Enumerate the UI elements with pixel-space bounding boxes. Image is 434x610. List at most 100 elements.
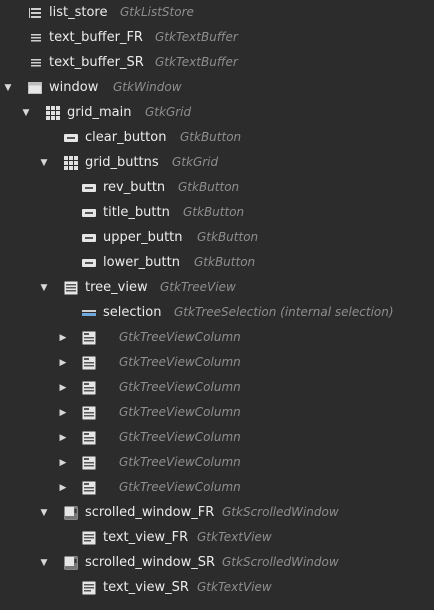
- button-icon: [81, 205, 97, 221]
- tree-row[interactable]: selection GtkTreeSelection (internal sel…: [0, 300, 434, 325]
- tree-view-icon: [63, 280, 79, 296]
- tree-row[interactable]: lower_buttn GtkButton: [0, 250, 434, 275]
- tree-selection-icon: [81, 305, 97, 321]
- tree-row[interactable]: list_store GtkListStore: [0, 0, 434, 25]
- text-buffer-icon: [28, 55, 44, 71]
- list-store-icon: [28, 5, 44, 21]
- object-name: scrolled_window_SR: [85, 555, 216, 570]
- object-name: lower_buttn: [103, 255, 180, 270]
- text-view-icon: [81, 530, 97, 546]
- object-type: GtkTreeSelection (internal selection): [174, 305, 394, 319]
- tree-view-column-icon: [81, 405, 97, 421]
- object-type: GtkButton: [178, 180, 240, 194]
- object-type: GtkScrolledWindow: [222, 505, 339, 519]
- object-name: list_store: [49, 5, 108, 20]
- object-tree[interactable]: list_store GtkListStore text_buffer_FR G…: [0, 0, 434, 610]
- object-name: scrolled_window_FR: [85, 505, 215, 520]
- object-name: title_buttn: [103, 205, 170, 220]
- tree-view-column-icon: [81, 380, 97, 396]
- tree-row[interactable]: clear_button GtkButton: [0, 125, 434, 150]
- tree-row[interactable]: text_view_FR GtkTextView: [0, 525, 434, 550]
- object-type: GtkTextBuffer: [155, 30, 238, 44]
- grid-icon: [45, 105, 61, 121]
- object-type: GtkTreeViewColumn: [119, 330, 241, 344]
- object-name: tree_view: [85, 280, 148, 295]
- tree-row[interactable]: ▶ GtkTreeViewColumn: [0, 325, 434, 350]
- object-name: clear_button: [85, 130, 167, 145]
- text-buffer-icon: [28, 30, 44, 46]
- chevron-right-icon[interactable]: ▶: [57, 450, 69, 475]
- object-name: selection: [103, 305, 162, 320]
- tree-row[interactable]: ▶ GtkTreeViewColumn: [0, 350, 434, 375]
- tree-row[interactable]: ▼ scrolled_window_FR GtkScrolledWindow: [0, 500, 434, 525]
- tree-row[interactable]: rev_buttn GtkButton: [0, 175, 434, 200]
- tree-row[interactable]: ▶ GtkTreeViewColumn: [0, 475, 434, 500]
- tree-row[interactable]: text_buffer_FR GtkTextBuffer: [0, 25, 434, 50]
- object-type: GtkTreeViewColumn: [119, 480, 241, 494]
- object-type: GtkTextBuffer: [155, 55, 238, 69]
- object-name: window: [49, 80, 99, 95]
- object-name: grid_main: [67, 105, 132, 120]
- text-view-icon: [81, 580, 97, 596]
- object-type: GtkButton: [197, 230, 259, 244]
- object-type: GtkGrid: [172, 155, 219, 169]
- tree-row[interactable]: ▶ GtkTreeViewColumn: [0, 375, 434, 400]
- object-name: upper_buttn: [103, 230, 183, 245]
- object-name: text_view_FR: [103, 530, 189, 545]
- object-type: GtkTreeViewColumn: [119, 455, 241, 469]
- chevron-right-icon[interactable]: ▶: [57, 475, 69, 500]
- object-type: GtkButton: [194, 255, 256, 269]
- chevron-down-icon[interactable]: ▼: [38, 550, 50, 575]
- chevron-down-icon[interactable]: ▼: [38, 150, 50, 175]
- tree-row[interactable]: title_buttn GtkButton: [0, 200, 434, 225]
- tree-row[interactable]: text_buffer_SR GtkTextBuffer: [0, 50, 434, 75]
- object-type: GtkTreeViewColumn: [119, 380, 241, 394]
- chevron-down-icon[interactable]: ▼: [38, 275, 50, 300]
- scrolled-window-icon: [63, 555, 79, 571]
- window-icon: [27, 80, 43, 96]
- object-type: GtkWindow: [113, 80, 182, 94]
- tree-row[interactable]: ▼ window GtkWindow: [0, 75, 434, 100]
- chevron-right-icon[interactable]: ▶: [57, 375, 69, 400]
- chevron-right-icon[interactable]: ▶: [57, 400, 69, 425]
- scrolled-window-icon: [63, 505, 79, 521]
- grid-icon: [63, 155, 79, 171]
- button-icon: [81, 230, 97, 246]
- object-type: GtkButton: [183, 205, 245, 219]
- tree-row[interactable]: ▶ GtkTreeViewColumn: [0, 450, 434, 475]
- tree-row[interactable]: text_view_SR GtkTextView: [0, 575, 434, 600]
- tree-row[interactable]: ▶ GtkTreeViewColumn: [0, 400, 434, 425]
- tree-row[interactable]: upper_buttn GtkButton: [0, 225, 434, 250]
- object-type: GtkScrolledWindow: [222, 555, 339, 569]
- tree-view-column-icon: [81, 430, 97, 446]
- object-type: GtkTreeViewColumn: [119, 355, 241, 369]
- chevron-down-icon[interactable]: ▼: [2, 75, 14, 100]
- object-type: GtkTreeViewColumn: [119, 430, 241, 444]
- tree-view-column-icon: [81, 330, 97, 346]
- object-type: GtkListStore: [120, 5, 194, 19]
- chevron-right-icon[interactable]: ▶: [57, 425, 69, 450]
- object-name: text_buffer_FR: [49, 30, 143, 45]
- tree-row[interactable]: ▼ grid_buttns GtkGrid: [0, 150, 434, 175]
- object-type: GtkButton: [180, 130, 242, 144]
- tree-row[interactable]: ▼ tree_view GtkTreeView: [0, 275, 434, 300]
- object-name: text_buffer_SR: [49, 55, 144, 70]
- button-icon: [81, 255, 97, 271]
- object-type: GtkTreeView: [160, 280, 236, 294]
- tree-view-column-icon: [81, 455, 97, 471]
- tree-row[interactable]: ▼ scrolled_window_SR GtkScrolledWindow: [0, 550, 434, 575]
- chevron-down-icon[interactable]: ▼: [20, 100, 32, 125]
- chevron-right-icon[interactable]: ▶: [57, 350, 69, 375]
- button-icon: [63, 130, 79, 146]
- object-name: rev_buttn: [103, 180, 166, 195]
- tree-row[interactable]: ▶ GtkTreeViewColumn: [0, 425, 434, 450]
- object-type: GtkTreeViewColumn: [119, 405, 241, 419]
- object-type: GtkTextView: [197, 530, 272, 544]
- chevron-right-icon[interactable]: ▶: [57, 325, 69, 350]
- chevron-down-icon[interactable]: ▼: [38, 500, 50, 525]
- object-type: GtkTextView: [197, 580, 272, 594]
- object-type: GtkGrid: [145, 105, 192, 119]
- object-name: text_view_SR: [103, 580, 189, 595]
- tree-row[interactable]: ▼ grid_main GtkGrid: [0, 100, 434, 125]
- tree-view-column-icon: [81, 355, 97, 371]
